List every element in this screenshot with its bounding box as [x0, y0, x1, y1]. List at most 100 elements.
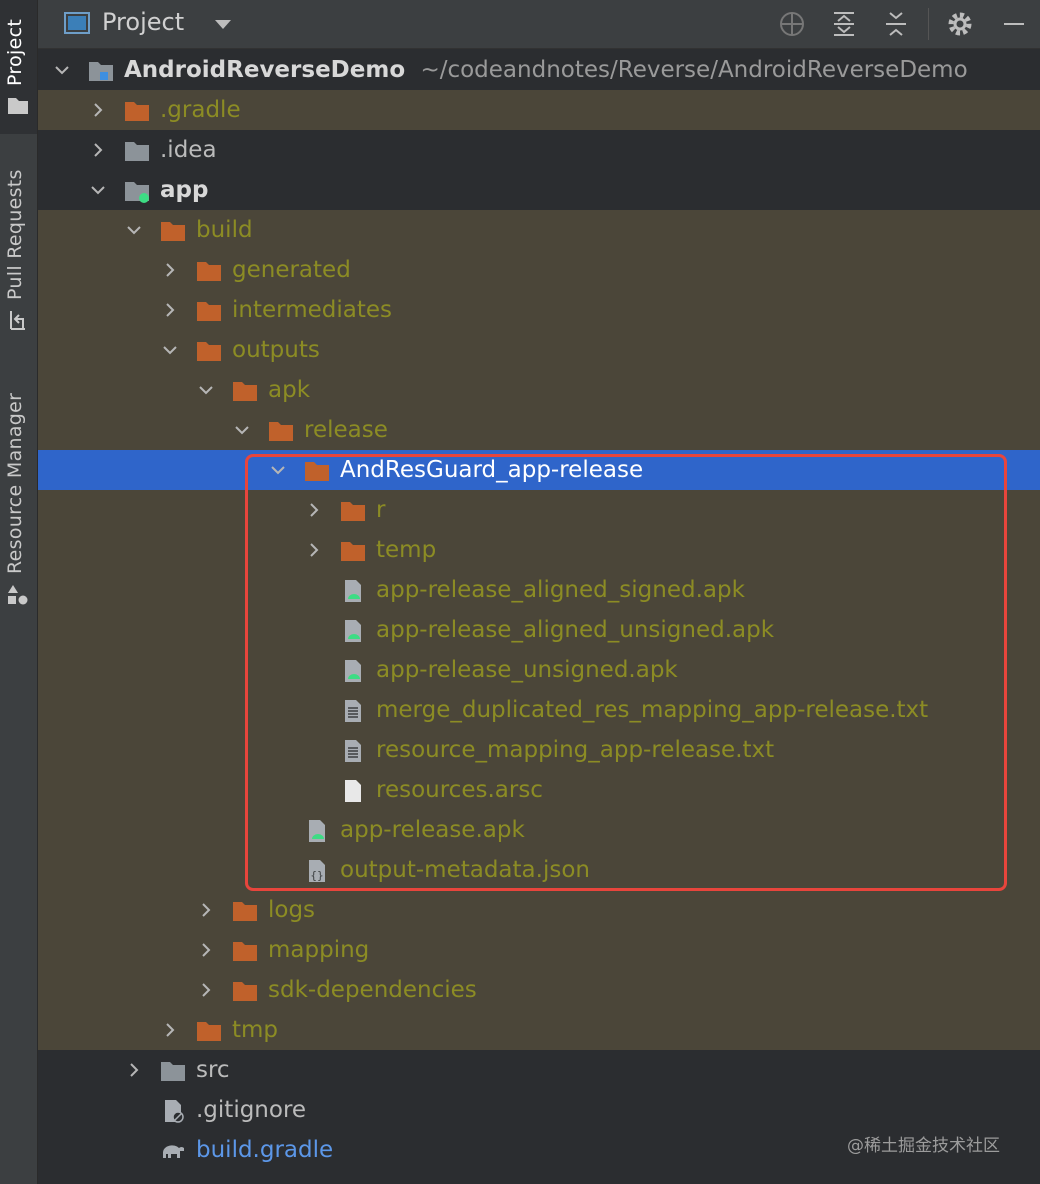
- collapse-all-icon: [886, 12, 906, 36]
- text-file-icon: [340, 738, 366, 764]
- node-label: .idea: [160, 137, 217, 163]
- chevron-right-icon[interactable]: [198, 982, 214, 998]
- panel-title[interactable]: Project: [102, 8, 184, 36]
- folder-icon: [268, 418, 294, 444]
- chevron-right-icon[interactable]: [162, 1022, 178, 1038]
- tree-node-app[interactable]: app: [38, 170, 1040, 210]
- apk-file-icon: [340, 578, 366, 604]
- node-label: tmp: [232, 1017, 279, 1043]
- root-path: ~/codeandnotes/Reverse/AndroidReverseDem…: [420, 57, 968, 83]
- tree-node-sdk-dependencies[interactable]: sdk-dependencies: [38, 970, 1040, 1010]
- tab-resource-manager[interactable]: Resource Manager: [4, 393, 26, 574]
- chevron-right-icon[interactable]: [198, 902, 214, 918]
- folder-icon: [232, 898, 258, 924]
- chevron-down-icon[interactable]: [198, 382, 214, 398]
- chevron-down-icon[interactable]: [162, 342, 178, 358]
- module-folder-icon: [89, 62, 113, 81]
- settings-button[interactable]: [944, 8, 976, 40]
- folder-icon: [124, 98, 150, 124]
- json-file-icon: [304, 858, 330, 884]
- chevron-down-icon[interactable]: [90, 182, 106, 198]
- locate-button[interactable]: [776, 8, 808, 40]
- chevron-down-icon[interactable]: [214, 18, 232, 30]
- tree-file-gitignore[interactable]: .gitignore: [38, 1090, 1040, 1130]
- node-label: app: [160, 177, 209, 203]
- tree-node-release[interactable]: release: [38, 410, 1040, 450]
- apk-file-icon: [304, 818, 330, 844]
- chevron-right-icon[interactable]: [306, 502, 322, 518]
- project-view-icon: [64, 12, 90, 34]
- chevron-down-icon[interactable]: [234, 422, 250, 438]
- chevron-right-icon[interactable]: [198, 942, 214, 958]
- tree-file-apk[interactable]: app-release_aligned_signed.apk: [38, 570, 1040, 610]
- node-label: temp: [376, 537, 437, 563]
- node-label: release: [304, 417, 388, 443]
- pull-request-icon: [10, 311, 25, 330]
- node-label: generated: [232, 257, 351, 283]
- project-tree: AndroidReverseDemo ~/codeandnotes/Revers…: [38, 50, 1040, 1170]
- tree-node-gradle[interactable]: .gradle: [38, 90, 1040, 130]
- chevron-down-icon[interactable]: [126, 222, 142, 238]
- minimize-button[interactable]: [998, 8, 1030, 40]
- tree-node-logs[interactable]: logs: [38, 890, 1040, 930]
- ignore-file-icon: [165, 1100, 184, 1123]
- folder-icon: [340, 538, 366, 564]
- collapse-all-button[interactable]: [880, 8, 912, 40]
- folder-icon: [232, 978, 258, 1004]
- tree-file-arsc[interactable]: resources.arsc: [38, 770, 1040, 810]
- tree-node-build[interactable]: build: [38, 210, 1040, 250]
- node-label: build: [196, 217, 253, 243]
- tree-file-txt[interactable]: merge_duplicated_res_mapping_app-release…: [38, 690, 1040, 730]
- tree-node-src[interactable]: src: [38, 1050, 1040, 1090]
- tree-node-r[interactable]: r: [38, 490, 1040, 530]
- chevron-right-icon[interactable]: [162, 262, 178, 278]
- gear-icon: [948, 12, 972, 36]
- chevron-right-icon[interactable]: [126, 1062, 142, 1078]
- node-label: app-release_aligned_unsigned.apk: [376, 617, 775, 643]
- chevron-right-icon[interactable]: [90, 142, 106, 158]
- node-label: logs: [268, 897, 316, 923]
- node-label: .gradle: [160, 97, 241, 123]
- tree-file-json[interactable]: output-metadata.json: [38, 850, 1040, 890]
- chevron-right-icon[interactable]: [306, 542, 322, 558]
- tool-window-strip: Project Pull Requests Resource Manager: [0, 0, 38, 1184]
- node-label: AndResGuard_app-release: [340, 457, 644, 483]
- folder-icon: [232, 378, 258, 404]
- chevron-right-icon[interactable]: [162, 302, 178, 318]
- node-label: apk: [268, 377, 311, 403]
- tree-node-andresguard[interactable]: AndResGuard_app-release: [38, 450, 1040, 490]
- tree-node-generated[interactable]: generated: [38, 250, 1040, 290]
- tree-file-txt[interactable]: resource_mapping_app-release.txt: [38, 730, 1040, 770]
- folder-icon: [340, 498, 366, 524]
- expand-all-button[interactable]: [828, 8, 860, 40]
- minimize-icon: [1004, 23, 1024, 25]
- file-icon: [340, 778, 366, 804]
- folder-icon: [160, 218, 186, 244]
- watermark: @稀土掘金技术社区: [847, 1136, 1000, 1156]
- tree-node-temp[interactable]: temp: [38, 530, 1040, 570]
- chevron-right-icon[interactable]: [90, 102, 106, 118]
- apk-file-icon: [340, 658, 366, 684]
- resource-manager-icon: [8, 585, 28, 605]
- tree-file-apk[interactable]: app-release.apk: [38, 810, 1040, 850]
- node-label: r: [376, 497, 386, 523]
- folder-icon: [196, 298, 222, 324]
- tree-file-apk[interactable]: app-release_unsigned.apk: [38, 650, 1040, 690]
- tree-node-tmp[interactable]: tmp: [38, 1010, 1040, 1050]
- tab-project[interactable]: Project: [4, 19, 26, 86]
- tab-pull-requests[interactable]: Pull Requests: [4, 169, 26, 300]
- tree-node-intermediates[interactable]: intermediates: [38, 290, 1040, 330]
- tree-node-apk[interactable]: apk: [38, 370, 1040, 410]
- folder-icon: [196, 258, 222, 284]
- chevron-down-icon[interactable]: [54, 62, 70, 78]
- chevron-down-icon[interactable]: [270, 462, 286, 478]
- tree-file-apk[interactable]: app-release_aligned_unsigned.apk: [38, 610, 1040, 650]
- tree-node-mapping[interactable]: mapping: [38, 930, 1040, 970]
- node-label: app-release_aligned_signed.apk: [376, 577, 745, 603]
- folder-icon: [196, 1018, 222, 1044]
- tree-node-idea[interactable]: .idea: [38, 130, 1040, 170]
- tree-node-outputs[interactable]: outputs: [38, 330, 1040, 370]
- tree-node-root[interactable]: AndroidReverseDemo ~/codeandnotes/Revers…: [38, 50, 1040, 90]
- android-module-icon: [125, 182, 149, 203]
- expand-all-icon: [834, 12, 854, 36]
